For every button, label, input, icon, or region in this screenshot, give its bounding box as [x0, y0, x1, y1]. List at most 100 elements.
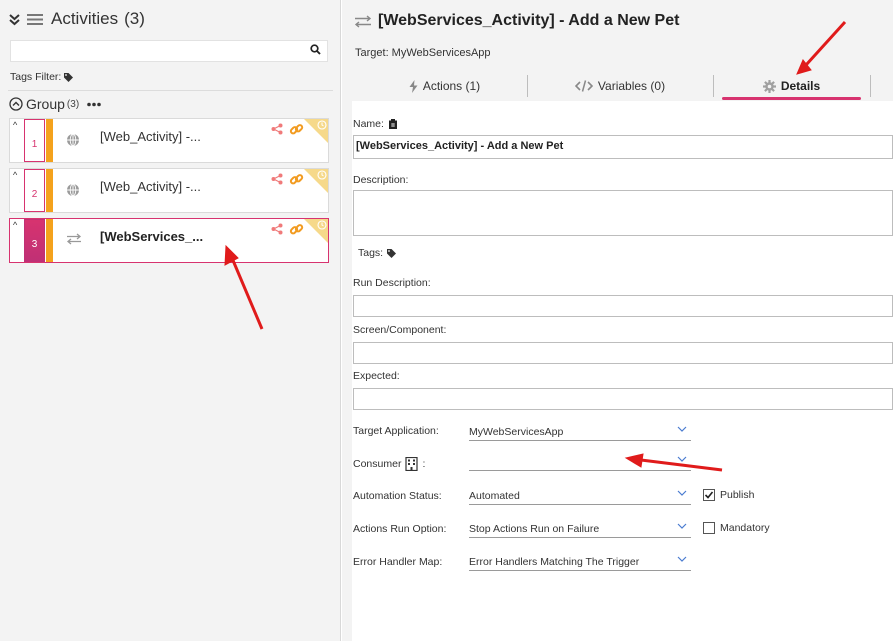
clock-icon: [317, 120, 327, 130]
activity-status-bar: [46, 169, 53, 212]
list-menu-icon[interactable]: [27, 13, 43, 26]
share-icon[interactable]: [271, 223, 283, 235]
link-icon[interactable]: [289, 172, 304, 187]
consumer-label-row: Consumer :: [353, 457, 425, 471]
tag-icon[interactable]: [64, 72, 74, 82]
name-label-row: Name:: [353, 118, 398, 130]
tags-row: Tags:: [358, 247, 397, 259]
clock-icon: [317, 220, 327, 230]
mandatory-checkbox-box[interactable]: [703, 522, 715, 534]
code-icon: [574, 80, 593, 92]
automation-status-label: Automation Status:: [353, 490, 442, 502]
consumer-label: Consumer: [353, 458, 402, 470]
page-title: [WebServices_Activity] - Add a New Pet: [354, 12, 679, 30]
chevron-down-icon[interactable]: [677, 489, 687, 497]
search-input[interactable]: [10, 40, 328, 62]
target-application-text: Target: MyWebServicesApp: [355, 47, 491, 59]
actions-run-option-value: Stop Actions Run on Failure: [469, 523, 600, 535]
description-label: Description:: [353, 174, 409, 186]
tab-divider: [870, 75, 871, 97]
globe-icon: [66, 133, 80, 147]
tab-variables[interactable]: Variables (0): [528, 72, 712, 100]
link-icon[interactable]: [289, 222, 304, 237]
activities-panel: Activities (3) Tags Filter: Group (3) ^ …: [0, 0, 893, 641]
tab-bar: Actions (1) Variables (0) Details: [352, 72, 893, 100]
gear-icon: [762, 79, 776, 93]
activity-group[interactable]: Group (3): [9, 96, 101, 112]
tab-details-label: Details: [780, 79, 821, 93]
automation-status-select[interactable]: Automated: [469, 488, 691, 505]
expand-caret-icon[interactable]: ^: [13, 220, 17, 230]
activity-number: 3: [24, 219, 45, 262]
expected-label: Expected:: [353, 370, 400, 382]
error-handler-map-value: Error Handlers Matching The Trigger: [469, 556, 640, 568]
activity-title: [WebServices_Activity] - Add a New Pet: [378, 12, 680, 29]
tab-variables-label: Variables (0): [597, 79, 666, 93]
tab-actions[interactable]: Actions (1): [362, 72, 527, 100]
actions-run-option-label: Actions Run Option:: [353, 523, 447, 535]
collapse-group-icon[interactable]: [9, 97, 23, 111]
tags-filter[interactable]: Tags Filter:: [10, 71, 74, 83]
mandatory-checkbox[interactable]: Mandatory: [703, 522, 770, 534]
run-description-field[interactable]: [353, 295, 893, 317]
tag-icon[interactable]: [387, 248, 397, 258]
activities-title: Activities: [51, 9, 119, 28]
link-icon[interactable]: [289, 122, 304, 137]
activity-number: 1: [24, 119, 45, 162]
globe-icon: [66, 183, 80, 197]
activity-name: [Web_Activity] -...: [100, 129, 201, 144]
search-icon[interactable]: [310, 44, 321, 55]
activity-details-panel: [WebServices_Activity] - Add a New Pet T…: [342, 0, 893, 641]
share-icon[interactable]: [271, 173, 283, 185]
app-root: Activities (3) Tags Filter: Group (3) ^ …: [0, 0, 893, 641]
target-application-select[interactable]: MyWebServicesApp: [469, 424, 691, 441]
automation-status-value: Automated: [469, 490, 520, 502]
name-label: Name:: [353, 118, 384, 130]
tab-details[interactable]: Details: [714, 72, 869, 100]
share-icon[interactable]: [271, 123, 283, 135]
consumer-colon: :: [422, 458, 426, 470]
actions-run-option-select[interactable]: Stop Actions Run on Failure: [469, 521, 691, 538]
publish-checkbox[interactable]: Publish: [703, 489, 754, 501]
bolt-icon: [409, 79, 418, 93]
error-handler-map-label: Error Handler Map:: [353, 556, 443, 568]
group-more-icon[interactable]: [87, 102, 101, 107]
run-description-label: Run Description:: [353, 277, 431, 289]
details-form: Name: [WebServices_Activity] - Add a New…: [352, 101, 893, 641]
activities-count: (3): [124, 9, 145, 28]
mandatory-label: Mandatory: [720, 522, 770, 534]
activity-item[interactable]: ^ 2 [Web_Activity] -...: [9, 168, 329, 213]
activity-item-selected[interactable]: ^ 3 [WebServices_...: [9, 218, 329, 263]
chevron-down-icon[interactable]: [677, 522, 687, 530]
activity-name: [WebServices_...: [100, 229, 204, 244]
divider: [8, 90, 333, 91]
name-field[interactable]: [WebServices_Activity] - Add a New Pet: [353, 135, 893, 159]
screen-component-field[interactable]: [353, 342, 893, 364]
consumer-select[interactable]: [469, 454, 691, 471]
activity-number: 2: [24, 169, 45, 212]
publish-checkbox-box[interactable]: [703, 489, 715, 501]
chevron-down-icon[interactable]: [677, 555, 687, 563]
expected-field[interactable]: [353, 388, 893, 410]
error-handler-map-select[interactable]: Error Handlers Matching The Trigger: [469, 554, 691, 571]
activity-name: [Web_Activity] -...: [100, 179, 201, 194]
activity-item[interactable]: ^ 1 [Web_Activity] -...: [9, 118, 329, 163]
expand-caret-icon[interactable]: ^: [13, 120, 17, 130]
chevron-down-icon[interactable]: [677, 455, 687, 463]
activity-status-bar: [46, 119, 53, 162]
tags-label: Tags:: [358, 247, 384, 259]
exchange-arrows-icon: [354, 14, 372, 28]
clipboard-icon[interactable]: [388, 119, 398, 129]
building-icon: [405, 457, 419, 471]
description-field[interactable]: [353, 190, 893, 236]
activities-header: Activities (3): [8, 6, 893, 641]
tab-actions-label: Actions (1): [422, 79, 481, 93]
collapse-all-icon[interactable]: [8, 13, 21, 26]
group-name: Group: [26, 96, 65, 112]
exchange-arrows-icon: [66, 233, 82, 245]
active-tab-underline: [722, 97, 861, 100]
screen-component-label: Screen/Component:: [353, 324, 447, 336]
target-application-label: Target Application:: [353, 425, 439, 437]
chevron-down-icon[interactable]: [677, 425, 687, 433]
expand-caret-icon[interactable]: ^: [13, 170, 17, 180]
